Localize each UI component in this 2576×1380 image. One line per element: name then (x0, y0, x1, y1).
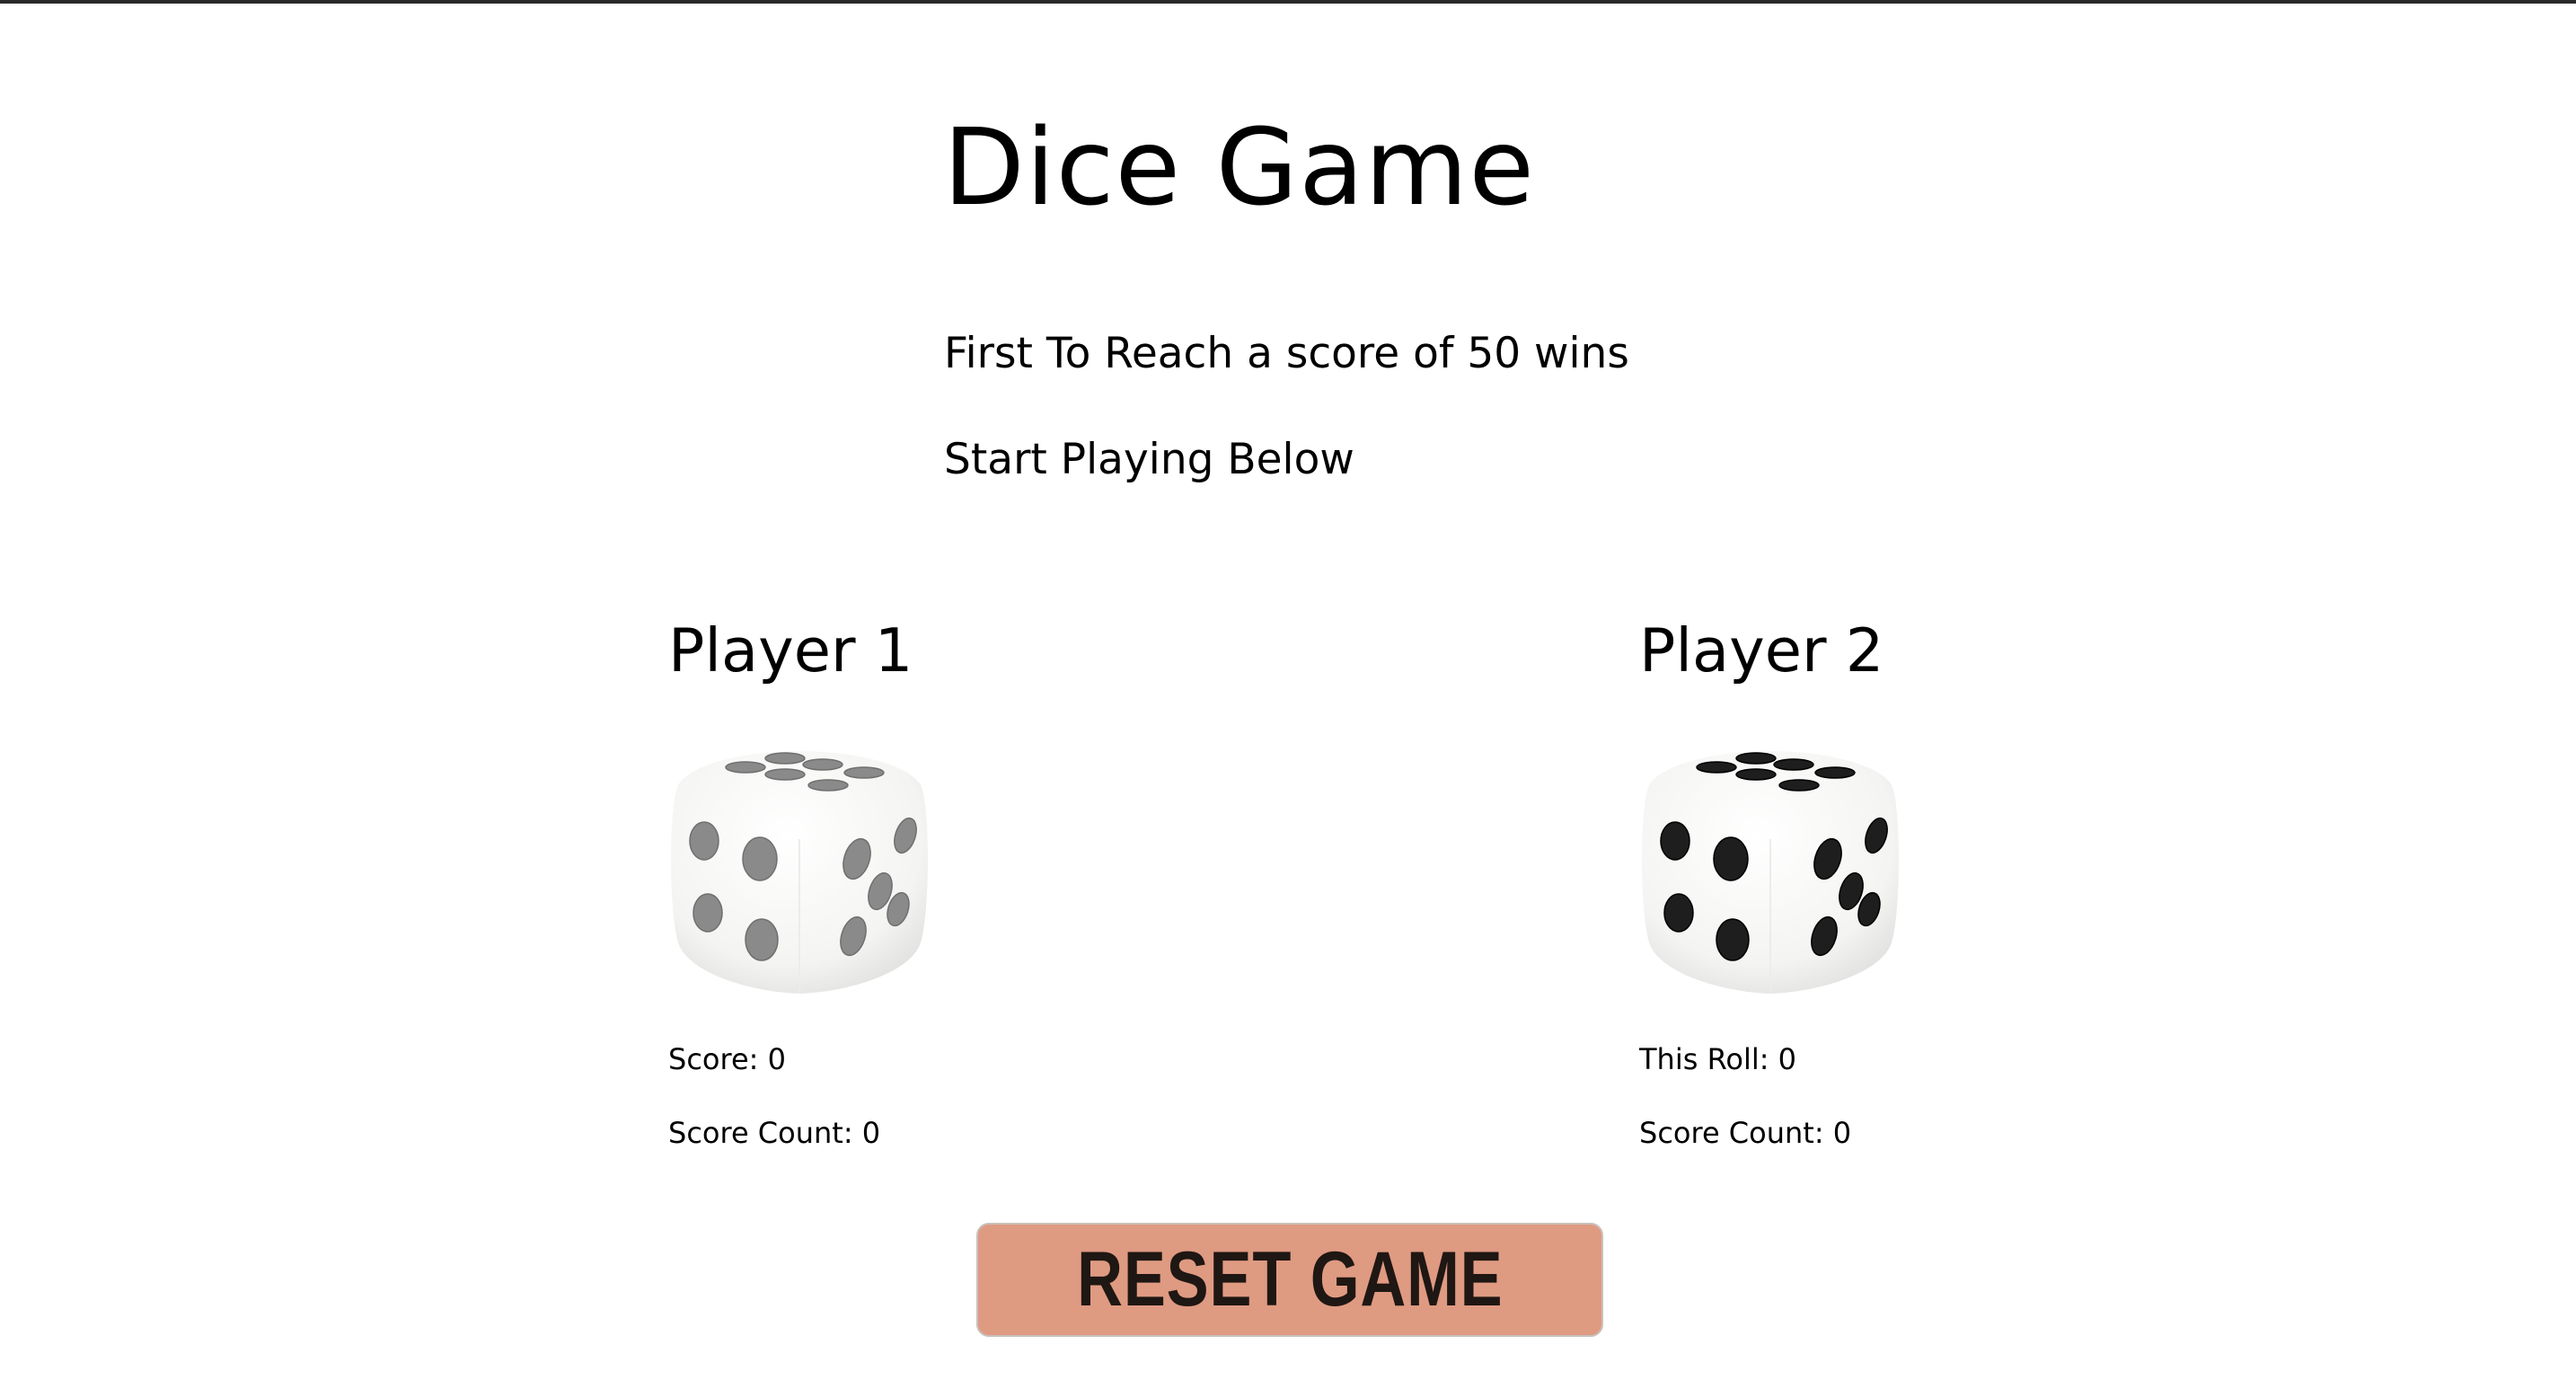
player-1-score: Score: 0 (668, 1042, 786, 1076)
player-2-this-roll: This Roll: 0 (1639, 1042, 1797, 1076)
player-1-panel: Player 1 Score: 0 Score Count: 0 (668, 615, 1207, 1150)
rules-text: First To Reach a score of 50 wins (944, 329, 1629, 378)
player-2-dice-icon[interactable] (1639, 746, 1901, 997)
player-1-name: Player 1 (668, 615, 913, 686)
player-2-score-count: Score Count: 0 (1639, 1116, 1852, 1150)
reset-game-button[interactable]: RESET GAME (976, 1223, 1603, 1337)
player-1-dice-icon[interactable] (668, 746, 931, 997)
reset-game-label: RESET GAME (1076, 1236, 1504, 1322)
player-1-score-count: Score Count: 0 (668, 1116, 881, 1150)
start-prompt: Start Playing Below (944, 435, 1354, 484)
player-2-name: Player 2 (1639, 615, 1884, 686)
player-2-panel: Player 2 This Roll: 0 Score Count: 0 (1639, 615, 2178, 1150)
page-title: Dice Game (943, 105, 1535, 229)
